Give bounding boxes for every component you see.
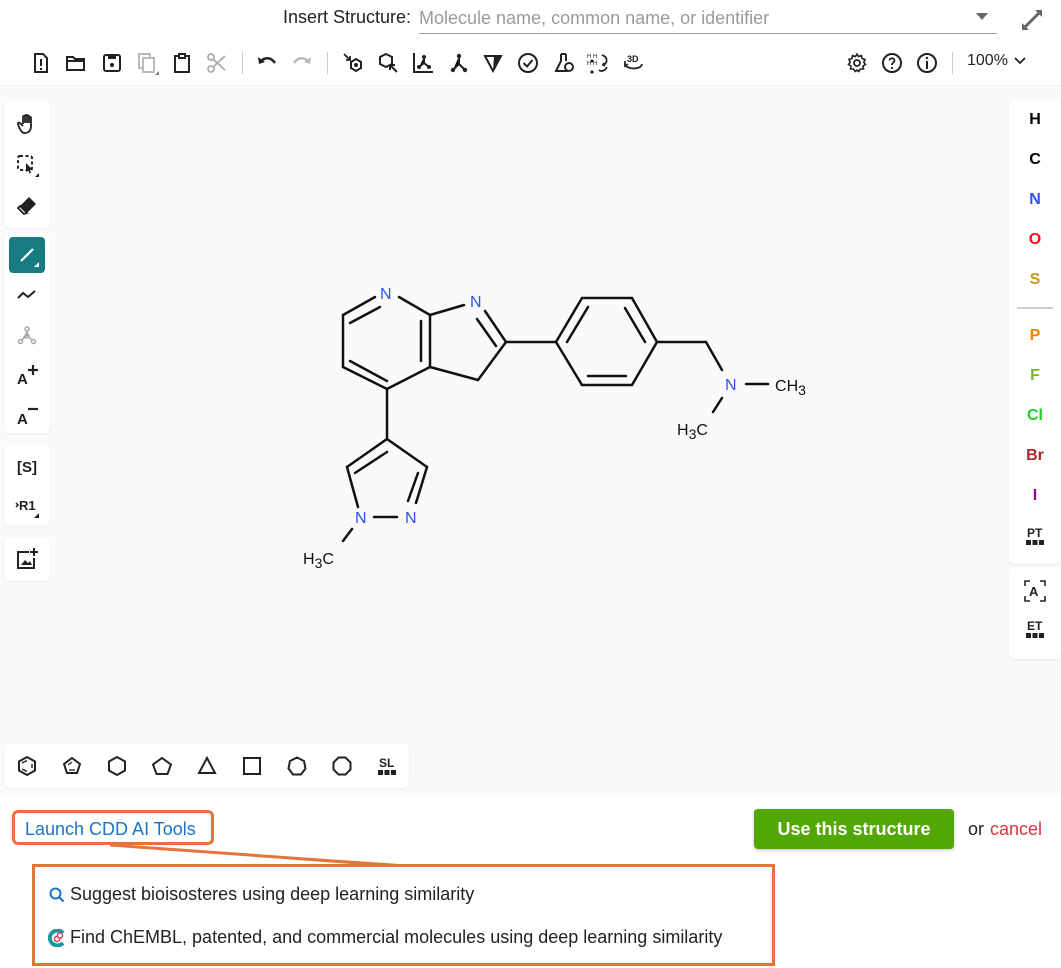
folder-icon: [66, 56, 85, 71]
flask-icon: [554, 53, 574, 72]
pyrrole-nitrogen-label: N: [470, 294, 482, 311]
paste-button[interactable]: [169, 50, 195, 76]
atom-labels: N N N CH3 H3C N N H3C: [303, 286, 806, 571]
scissors-icon: [207, 53, 226, 73]
3d-viewer-button[interactable]: 3D: [620, 50, 646, 76]
hydrogens-button[interactable]: H HH H: [585, 50, 611, 76]
menu-item-label: Find ChEMBL, patented, and commercial mo…: [70, 927, 723, 947]
toolbar-divider: [327, 52, 328, 74]
launch-cdd-ai-tools-link[interactable]: Launch CDD AI Tools: [25, 819, 196, 840]
suggest-bioisosteres-item[interactable]: Suggest bioisosteres using deep learning…: [48, 884, 474, 905]
methyl-label: H3C: [303, 551, 334, 571]
clipboard-icon: [174, 53, 190, 73]
pyrazole-n2-label: N: [405, 510, 417, 527]
settings-button[interactable]: [844, 50, 870, 76]
new-file-icon: [34, 53, 48, 73]
redo-button[interactable]: [289, 50, 315, 76]
or-text: or: [968, 819, 985, 839]
undo-button[interactable]: [254, 50, 280, 76]
search-icon: [49, 887, 65, 902]
caret-down-icon[interactable]: [976, 13, 988, 20]
expand-icon[interactable]: [1018, 6, 1046, 34]
save-button[interactable]: [99, 50, 125, 76]
check-circle-icon: [518, 53, 538, 73]
molecule-structure[interactable]: N N N CH3 H3C N N H3C: [0, 87, 1061, 795]
stereo-button[interactable]: [480, 50, 506, 76]
zoom-value: 100%: [967, 52, 1008, 69]
layout-icon: [343, 53, 362, 73]
check-structure-button[interactable]: [515, 50, 541, 76]
bonds: [341, 295, 770, 543]
chevron-down-icon: [1014, 57, 1026, 65]
menu-item-label: Suggest bioisosteres using deep learning…: [70, 884, 475, 904]
open-button[interactable]: [63, 50, 89, 76]
drawing-canvas[interactable]: A A [S] R1 H C N O S P F Cl Br I PT A ET…: [0, 87, 1061, 795]
pyrazole-n1-label: N: [355, 510, 367, 527]
stereo-icon: [483, 55, 503, 74]
toolbar-divider: [952, 52, 953, 74]
methyl-label: H3C: [677, 422, 708, 442]
use-this-structure-button[interactable]: Use this structure: [754, 809, 954, 849]
insert-structure-bar: Insert Structure:: [0, 0, 1061, 40]
layout-button[interactable]: [340, 50, 366, 76]
ai-tools-menu: Suggest bioisosteres using deep learning…: [32, 864, 775, 966]
find-chembl-item[interactable]: Find ChEMBL, patented, and commercial mo…: [48, 927, 722, 948]
cancel-link[interactable]: cancel: [990, 819, 1042, 840]
undo-icon: [258, 57, 277, 64]
clear-canvas-button[interactable]: [28, 50, 54, 76]
svg-text:H H: H H: [587, 54, 597, 60]
gear-icon: [847, 52, 867, 73]
insert-structure-label: Insert Structure:: [283, 7, 412, 27]
3d-rotate-icon: 3D: [624, 54, 643, 70]
clean-button[interactable]: [375, 50, 401, 76]
help-icon: [882, 53, 902, 73]
zoom-select[interactable]: 100%: [967, 52, 1026, 70]
hydrogen-toggle-icon: H HH H: [587, 54, 608, 74]
info-icon: [917, 53, 937, 73]
aromatize-button[interactable]: [410, 50, 436, 76]
molecule-name-input[interactable]: [419, 4, 997, 34]
main-toolbar: H HH H 3D 100%: [0, 40, 1061, 86]
copy-icon: [138, 53, 159, 75]
methyl-label: CH3: [775, 378, 806, 398]
action-area: Launch CDD AI Tools Suggest bioisosteres…: [0, 795, 1061, 968]
analyse-button[interactable]: [551, 50, 577, 76]
dearomatize-icon: [450, 53, 468, 73]
help-button[interactable]: [879, 50, 905, 76]
toolbar-divider: [242, 52, 243, 74]
clean-icon: [379, 52, 398, 73]
svg-text:3D: 3D: [627, 54, 639, 64]
redo-icon: [292, 57, 311, 64]
pyridine-nitrogen-label: N: [380, 286, 392, 303]
floppy-icon: [103, 54, 121, 72]
cut-button[interactable]: [204, 50, 230, 76]
dearomatize-button[interactable]: [446, 50, 472, 76]
aromatize-icon: [413, 53, 433, 73]
chembl-logo-icon: [48, 928, 65, 947]
about-button[interactable]: [914, 50, 940, 76]
copy-button[interactable]: [134, 50, 160, 76]
amine-nitrogen-label: N: [725, 377, 737, 394]
